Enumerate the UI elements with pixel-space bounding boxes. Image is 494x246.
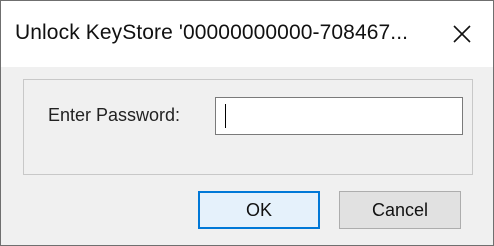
cancel-button[interactable]: Cancel	[339, 191, 461, 229]
ok-button[interactable]: OK	[198, 191, 320, 229]
password-group: Enter Password:	[23, 79, 473, 175]
window-title: Unlock KeyStore '00000000000-708467...	[15, 21, 409, 44]
text-caret	[225, 104, 226, 128]
unlock-keystore-dialog: Unlock KeyStore '00000000000-708467... E…	[0, 0, 494, 246]
close-icon	[452, 24, 472, 44]
password-label: Enter Password:	[48, 105, 181, 125]
title-bar: Unlock KeyStore '00000000000-708467...	[1, 1, 493, 67]
password-field[interactable]	[215, 97, 463, 135]
close-button[interactable]	[431, 1, 493, 67]
